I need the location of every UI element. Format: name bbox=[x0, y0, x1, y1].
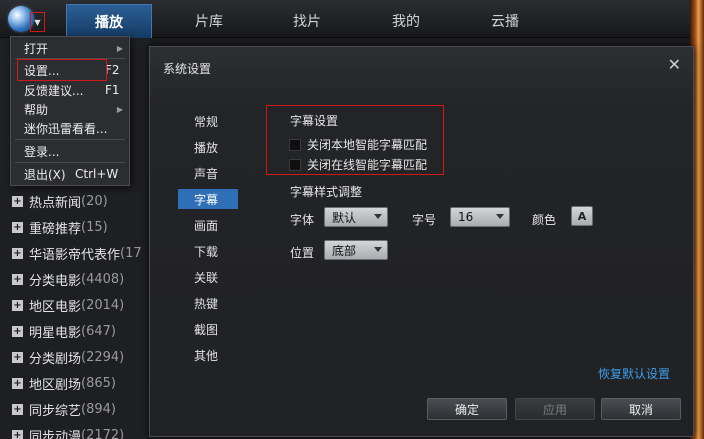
menu-item-mini[interactable]: 迷你迅雷看看... bbox=[11, 118, 129, 138]
list-item[interactable]: + 分类电影 (4408) bbox=[0, 266, 150, 292]
cancel-button[interactable]: 取消 bbox=[601, 398, 681, 420]
chevron-down-icon bbox=[374, 247, 382, 252]
nav-download[interactable]: 下载 bbox=[178, 241, 238, 261]
list-item[interactable]: + 明星电影 (647) bbox=[0, 318, 150, 344]
list-item[interactable]: + 同步动漫 (2172) bbox=[0, 422, 150, 439]
list-item[interactable]: + 热点新闻 (20) bbox=[0, 188, 150, 214]
tab-play[interactable]: 播放 bbox=[66, 4, 152, 38]
font-size-select[interactable]: 16 bbox=[450, 207, 510, 227]
apply-button[interactable]: 应用 bbox=[515, 398, 595, 420]
menu-divider bbox=[15, 139, 125, 140]
expand-icon[interactable]: + bbox=[12, 325, 23, 337]
menu-selection-highlight bbox=[17, 59, 107, 81]
list-item[interactable]: + 地区电影 (2014) bbox=[0, 292, 150, 318]
expand-icon[interactable]: + bbox=[12, 429, 23, 439]
font-color-button[interactable]: A bbox=[571, 206, 593, 226]
tab-find[interactable]: 找片 bbox=[264, 4, 350, 38]
expand-icon[interactable]: + bbox=[12, 351, 23, 363]
list-item[interactable]: + 华语影帝代表作 (17 bbox=[0, 240, 150, 266]
checkbox[interactable] bbox=[289, 138, 301, 151]
restore-defaults-link[interactable]: 恢复默认设置 bbox=[598, 365, 670, 382]
menu-divider bbox=[15, 162, 125, 163]
ok-button[interactable]: 确定 bbox=[427, 398, 507, 420]
list-item[interactable]: + 同步综艺 (894) bbox=[0, 396, 150, 422]
nav-other[interactable]: 其他 bbox=[178, 345, 238, 365]
menu-item-exit[interactable]: 退出(X) Ctrl+W bbox=[11, 164, 129, 184]
color-label: 颜色 bbox=[532, 213, 557, 227]
chevron-down-icon bbox=[496, 214, 504, 219]
disable-online-subtitle-checkbox[interactable]: 关闭在线智能字幕匹配 bbox=[289, 156, 427, 173]
nav-hotkeys[interactable]: 热键 bbox=[178, 293, 238, 313]
nav-association[interactable]: 关联 bbox=[178, 267, 238, 287]
nav-subtitle[interactable]: 字幕 bbox=[178, 189, 238, 209]
tab-mine[interactable]: 我的 bbox=[363, 4, 449, 38]
tab-library[interactable]: 片库 bbox=[166, 4, 252, 38]
nav-sound[interactable]: 声音 bbox=[178, 163, 238, 183]
menu-item-feedback[interactable]: 反馈建议... F1 bbox=[11, 80, 129, 100]
top-bar: ▼ 播放 片库 找片 我的 云播 bbox=[0, 0, 704, 38]
font-label: 字体 bbox=[290, 213, 315, 227]
list-item[interactable]: + 重磅推荐 (15) bbox=[0, 214, 150, 240]
list-item[interactable]: + 地区剧场 (865) bbox=[0, 370, 150, 396]
close-icon[interactable]: ✕ bbox=[668, 55, 681, 74]
text-color-icon: A bbox=[577, 209, 587, 223]
font-size-label: 字号 bbox=[412, 213, 437, 227]
dialog-title: 系统设置 bbox=[163, 62, 212, 76]
subtitle-settings-heading: 字幕设置 bbox=[290, 114, 339, 128]
expand-icon[interactable]: + bbox=[12, 377, 23, 389]
expand-icon[interactable]: + bbox=[12, 221, 23, 233]
expand-icon[interactable]: + bbox=[12, 403, 23, 415]
position-select[interactable]: 底部 bbox=[324, 240, 388, 260]
expand-icon[interactable]: + bbox=[12, 273, 23, 285]
nav-playback[interactable]: 播放 bbox=[178, 137, 238, 157]
expand-icon[interactable]: + bbox=[12, 299, 23, 311]
position-label: 位置 bbox=[290, 246, 315, 260]
chevron-down-icon bbox=[374, 214, 382, 219]
tab-cloud[interactable]: 云播 bbox=[462, 4, 548, 38]
main-menu: 打开 ▶ 设置... F2 反馈建议... F1 帮助 ▶ 迷你迅雷看看... 登录..… bbox=[10, 36, 130, 186]
checkbox[interactable] bbox=[289, 158, 301, 171]
menu-item-help[interactable]: 帮助 ▶ bbox=[11, 99, 129, 119]
submenu-arrow-icon: ▶ bbox=[116, 43, 123, 53]
nav-screenshot[interactable]: 截图 bbox=[178, 319, 238, 339]
menu-dropdown-arrow[interactable]: ▼ bbox=[30, 12, 45, 32]
menu-item-open[interactable]: 打开 ▶ bbox=[11, 38, 129, 58]
submenu-arrow-icon: ▶ bbox=[116, 104, 123, 114]
nav-general[interactable]: 常规 bbox=[178, 111, 238, 131]
expand-icon[interactable]: + bbox=[12, 247, 23, 259]
subtitle-style-heading: 字幕样式调整 bbox=[290, 185, 363, 199]
menu-item-login[interactable]: 登录... bbox=[11, 141, 129, 161]
disable-local-subtitle-checkbox[interactable]: 关闭本地智能字幕匹配 bbox=[289, 136, 427, 153]
font-select[interactable]: 默认 bbox=[324, 207, 388, 227]
nav-picture[interactable]: 画面 bbox=[178, 215, 238, 235]
list-item[interactable]: + 分类剧场 (2294) bbox=[0, 344, 150, 370]
expand-icon[interactable]: + bbox=[12, 195, 23, 207]
settings-dialog: 系统设置 ✕ 常规 播放 声音 字幕 画面 下载 关联 热键 截图 其他 字幕设… bbox=[149, 46, 694, 437]
